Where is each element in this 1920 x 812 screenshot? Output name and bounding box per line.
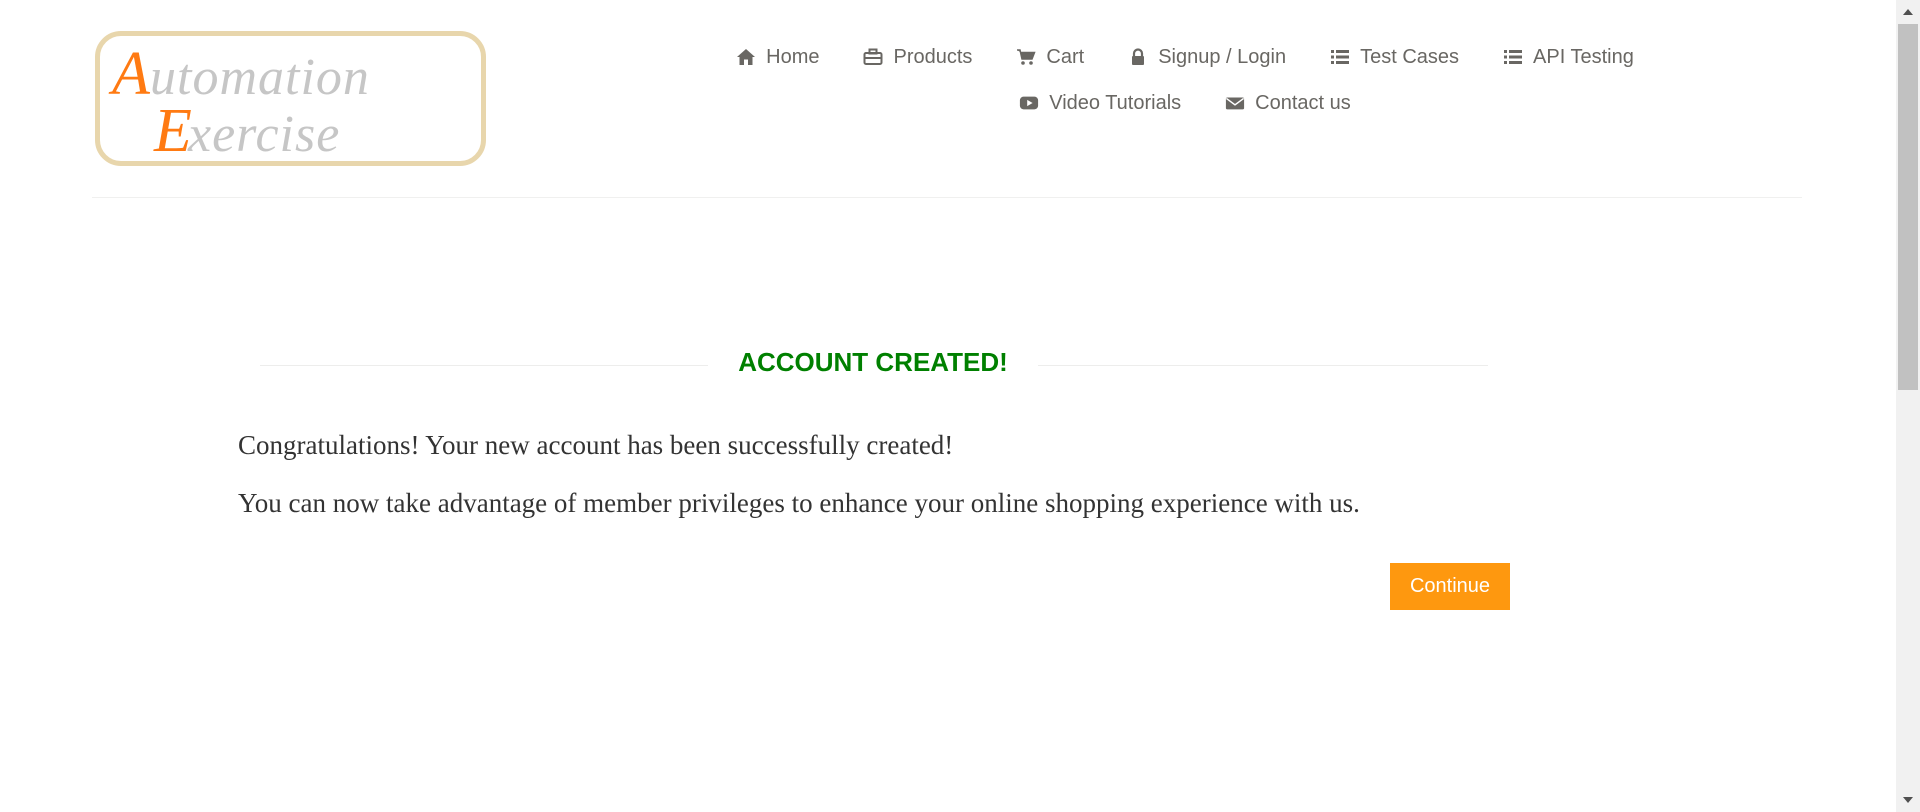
site-logo[interactable]: A utomation E xercise: [95, 31, 486, 166]
page: A utomation E xercise Home Products Cart: [0, 0, 1896, 812]
congratulations-message: Congratulations! Your new account has be…: [238, 430, 954, 460]
home-icon: [736, 47, 756, 67]
svg-text:xercise: xercise: [187, 106, 340, 161]
nav-video-tutorials[interactable]: Video Tutorials: [997, 90, 1203, 116]
account-created-title: ACCOUNT CREATED!: [738, 347, 1008, 377]
nav-contact-us[interactable]: Contact us: [1203, 90, 1373, 116]
nav-contact-us-label: Contact us: [1255, 92, 1351, 114]
products-icon: [863, 47, 883, 67]
scrollbar-thumb[interactable]: [1898, 24, 1918, 390]
list-icon: [1503, 47, 1523, 67]
nav-home-label: Home: [766, 46, 820, 68]
logo-wordmark: A utomation E xercise: [108, 40, 369, 161]
title-divider-left: [260, 365, 708, 366]
svg-text:A: A: [108, 40, 151, 108]
nav-test-cases-label: Test Cases: [1360, 46, 1460, 68]
youtube-play-icon: [1019, 93, 1039, 113]
nav-cart[interactable]: Cart: [994, 44, 1106, 70]
cart-icon: [1016, 47, 1037, 67]
main-nav: Home Products Cart Signup / Login Test C…: [690, 44, 1680, 116]
continue-button[interactable]: Continue: [1390, 563, 1510, 610]
header-divider: [92, 197, 1802, 198]
nav-test-cases[interactable]: Test Cases: [1308, 44, 1481, 70]
svg-text:E: E: [153, 97, 192, 161]
nav-signup-login[interactable]: Signup / Login: [1106, 44, 1308, 70]
nav-products-label: Products: [893, 46, 973, 68]
nav-api-testing[interactable]: API Testing: [1481, 44, 1656, 70]
list-icon: [1330, 47, 1350, 67]
nav-home[interactable]: Home: [714, 44, 841, 70]
scroll-down-arrow-icon[interactable]: [1896, 788, 1920, 812]
envelope-icon: [1225, 93, 1245, 113]
nav-products[interactable]: Products: [841, 44, 994, 70]
nav-signup-login-label: Signup / Login: [1158, 46, 1287, 68]
vertical-scrollbar[interactable]: [1896, 0, 1920, 812]
title-divider-right: [1038, 365, 1488, 366]
nav-api-testing-label: API Testing: [1533, 46, 1634, 68]
lock-icon: [1128, 47, 1148, 67]
nav-video-tutorials-label: Video Tutorials: [1049, 92, 1182, 114]
nav-cart-label: Cart: [1046, 46, 1085, 68]
title-row: ACCOUNT CREATED!: [260, 345, 1488, 379]
privileges-message: You can now take advantage of member pri…: [238, 488, 1360, 518]
scroll-up-arrow-icon[interactable]: [1896, 0, 1920, 24]
